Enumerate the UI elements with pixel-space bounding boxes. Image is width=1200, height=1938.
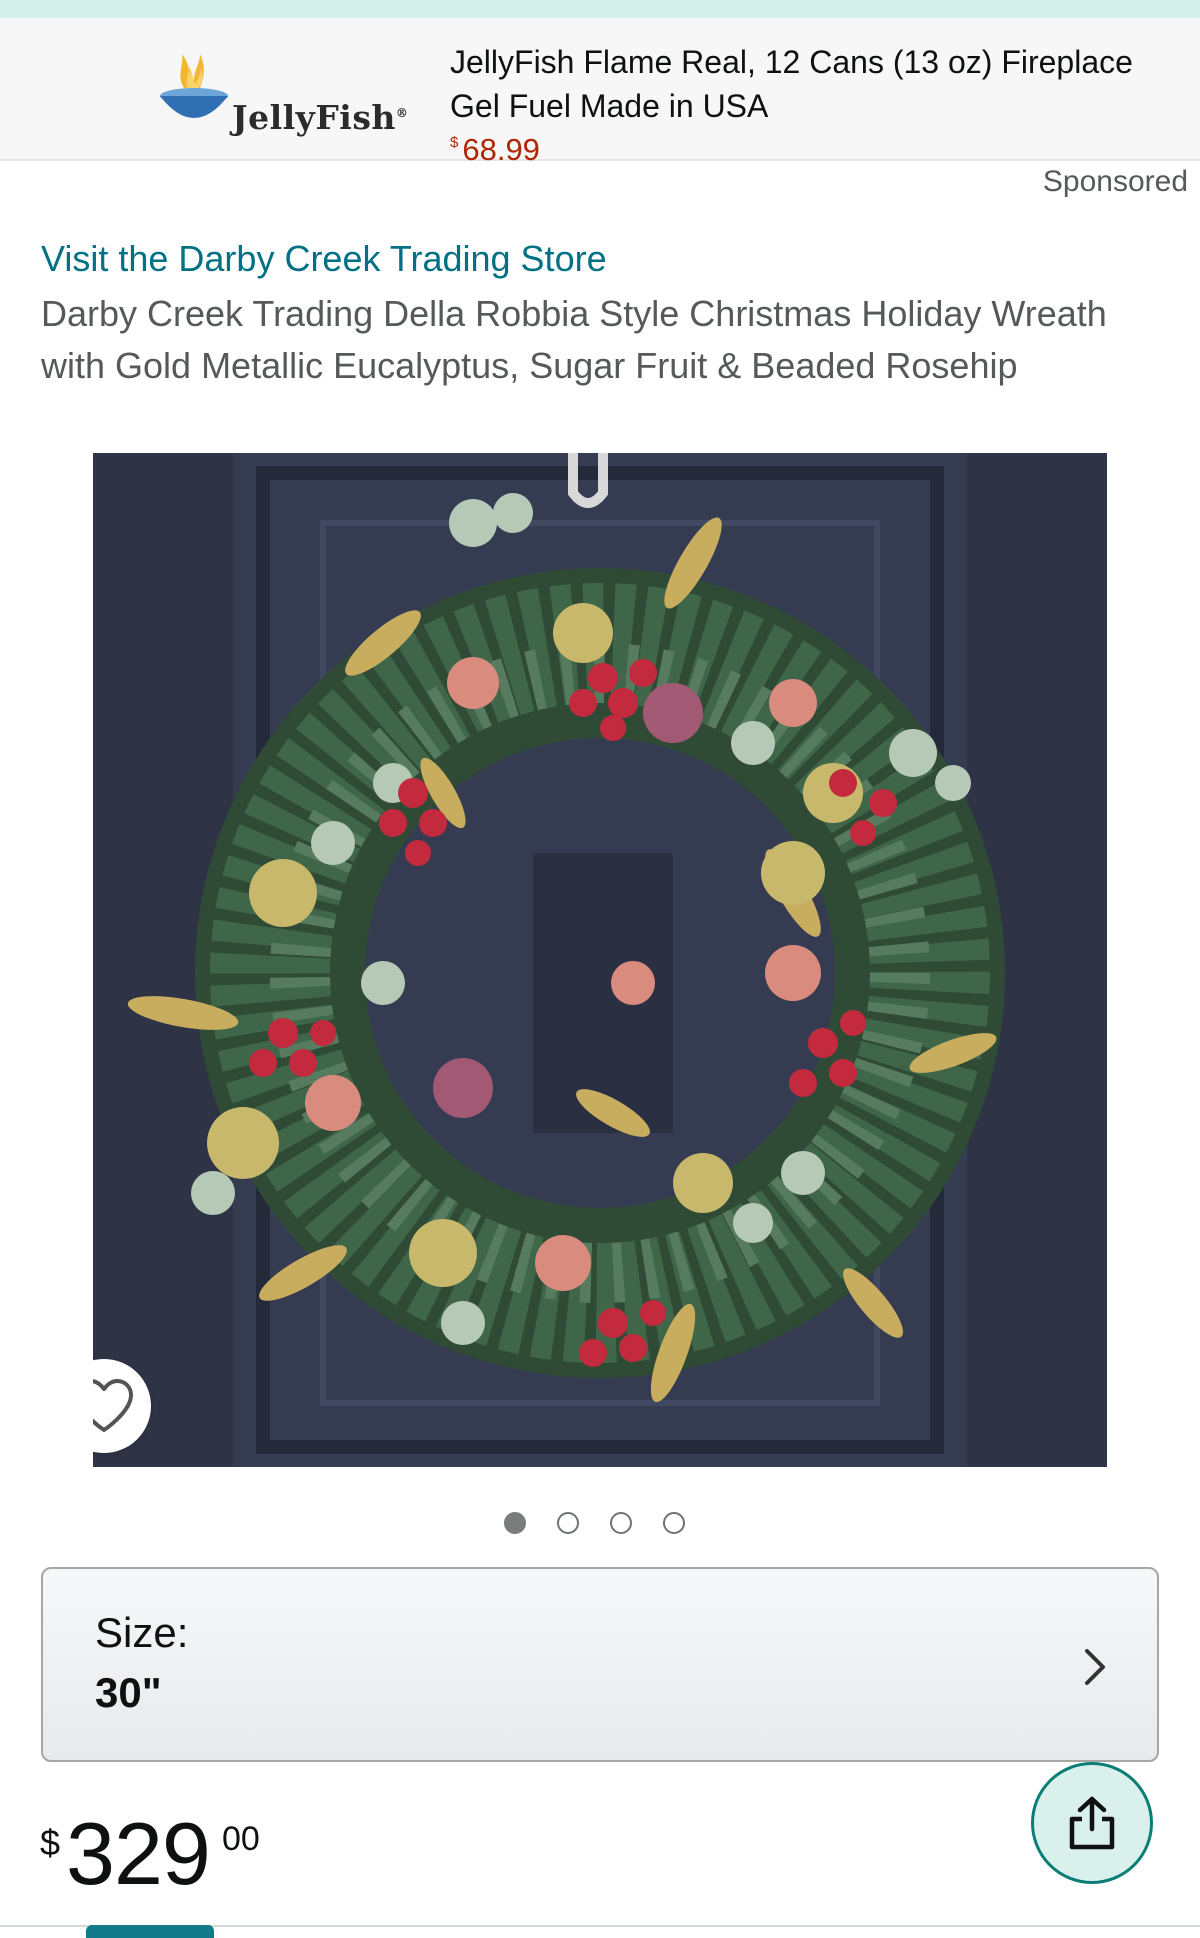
product-title: Darby Creek Trading Della Robbia Style C…	[41, 293, 1107, 386]
chevron-right-icon	[1085, 1649, 1105, 1685]
carousel-dot-1[interactable]	[504, 1512, 526, 1534]
carousel-dot-4[interactable]	[663, 1512, 685, 1534]
wreath-image	[93, 453, 1107, 1467]
price-fraction: 00	[222, 1820, 260, 1858]
price-currency: $	[40, 1822, 61, 1863]
ad-price: $68.99	[450, 132, 540, 168]
jellyfish-logo: JellyFish®	[154, 48, 424, 144]
sponsored-ad-banner[interactable]: JellyFish® JellyFish Flame Real, 12 Cans…	[0, 18, 1200, 167]
ad-price-value: 68.99	[462, 132, 540, 167]
top-accent-bar	[0, 0, 1200, 18]
product-image[interactable]	[93, 453, 1107, 1467]
size-label: Size:	[95, 1609, 189, 1656]
store-link[interactable]: Visit the Darby Creek Trading Store	[41, 238, 607, 280]
sponsored-label[interactable]: Sponsored	[1043, 165, 1188, 199]
size-value: 30"	[95, 1669, 162, 1716]
share-button[interactable]	[1031, 1762, 1153, 1884]
size-selector[interactable]: Size: 30"	[41, 1567, 1159, 1762]
ad-price-currency: $	[450, 134, 459, 151]
heart-outline-icon	[93, 1379, 133, 1432]
brand-name: JellyFish®	[232, 98, 409, 137]
carousel-dot-2[interactable]	[557, 1512, 579, 1534]
ad-title[interactable]: JellyFish Flame Real, 12 Cans (13 oz) Fi…	[450, 40, 1150, 128]
image-carousel-dots[interactable]	[504, 1512, 685, 1534]
flame-bowl-icon	[160, 54, 228, 118]
price-whole: 329	[66, 1804, 211, 1903]
share-icon	[1069, 1796, 1115, 1850]
carousel-dot-3[interactable]	[610, 1512, 632, 1534]
bottom-tab-indicator	[86, 1925, 214, 1938]
